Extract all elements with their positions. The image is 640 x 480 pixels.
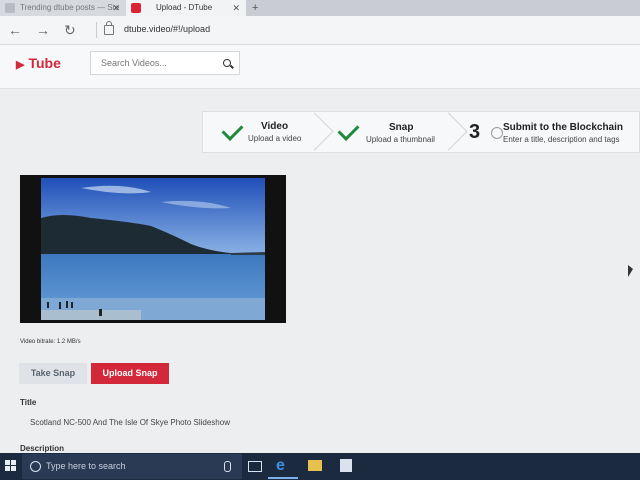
step-subtitle: Upload a video <box>248 134 302 143</box>
search-box <box>90 51 240 75</box>
store-icon[interactable] <box>340 459 352 472</box>
logo-text: Tube <box>28 55 61 71</box>
description-label: Description <box>20 444 65 453</box>
search-icon[interactable] <box>223 59 231 67</box>
step-submit: 3 Submit to the Blockchain Enter a title… <box>455 112 640 152</box>
tab-favicon-icon <box>5 3 15 13</box>
file-explorer-icon[interactable] <box>308 460 322 471</box>
back-arrow-icon[interactable]: ← <box>8 20 22 40</box>
cortana-icon <box>30 461 41 472</box>
take-snap-button[interactable]: Take Snap <box>19 363 87 384</box>
close-tab-icon[interactable]: ✕ <box>232 0 240 16</box>
step-title: Snap <box>389 122 414 133</box>
new-tab-icon[interactable]: + <box>252 0 258 16</box>
tab-upload[interactable]: Upload - DTube ✕ <box>126 0 246 16</box>
step-separator <box>311 112 312 152</box>
upload-stepper: Video Upload a video Snap Upload a thumb… <box>202 111 640 153</box>
taskbar: Type here to search e <box>0 453 640 480</box>
browser-nav-bar: ← → ↻ dtube.video/#!/upload <box>0 16 640 45</box>
play-icon: ▶ <box>16 59 25 71</box>
lock-icon <box>104 21 114 35</box>
address-bar[interactable]: dtube.video/#!/upload <box>124 24 210 34</box>
step-separator <box>445 112 446 152</box>
step-subtitle: Upload a thumbnail <box>366 135 435 144</box>
windows-start-icon[interactable] <box>5 460 17 472</box>
mouse-cursor <box>628 265 633 277</box>
checkmark-icon <box>337 119 360 141</box>
tab-label: Trending dtube posts — Ste <box>20 3 120 12</box>
tab-label: Upload - DTube <box>156 3 213 12</box>
video-frame-image <box>41 178 265 320</box>
upload-snap-button[interactable]: Upload Snap <box>91 363 169 384</box>
taskbar-search-placeholder: Type here to search <box>46 461 126 471</box>
edge-browser-icon[interactable]: e <box>276 457 285 475</box>
step-number: 3 <box>469 121 481 143</box>
nav-divider <box>96 22 97 38</box>
checkmark-icon <box>221 119 244 141</box>
microphone-icon[interactable] <box>224 461 231 472</box>
close-tab-icon[interactable]: ✕ <box>112 0 120 16</box>
step-circle-icon <box>491 127 503 139</box>
forward-arrow-icon[interactable]: → <box>36 20 50 40</box>
search-input[interactable] <box>99 57 213 69</box>
title-field[interactable]: Scotland NC-500 And The Isle Of Skye Pho… <box>20 412 630 434</box>
site-header: ▶ Tube <box>0 45 640 89</box>
tab-favicon-icon <box>131 3 141 13</box>
step-subtitle: Enter a title, description and tags <box>503 135 620 144</box>
task-view-icon[interactable] <box>248 461 262 472</box>
tab-trending[interactable]: Trending dtube posts — Ste ✕ <box>0 0 126 16</box>
video-bitrate: Video bitrate: 1.2 MB/s <box>20 339 81 345</box>
taskbar-search-box[interactable]: Type here to search <box>22 454 242 479</box>
active-app-indicator <box>268 477 298 479</box>
refresh-icon[interactable]: ↻ <box>64 20 76 40</box>
title-label: Title <box>20 398 37 407</box>
browser-tab-bar: Trending dtube posts — Ste ✕ Upload - DT… <box>0 0 640 16</box>
step-title: Submit to the Blockchain <box>503 122 624 133</box>
step-title: Video <box>261 121 289 132</box>
dtube-logo[interactable]: ▶ Tube <box>16 55 61 71</box>
video-preview[interactable] <box>20 175 286 323</box>
